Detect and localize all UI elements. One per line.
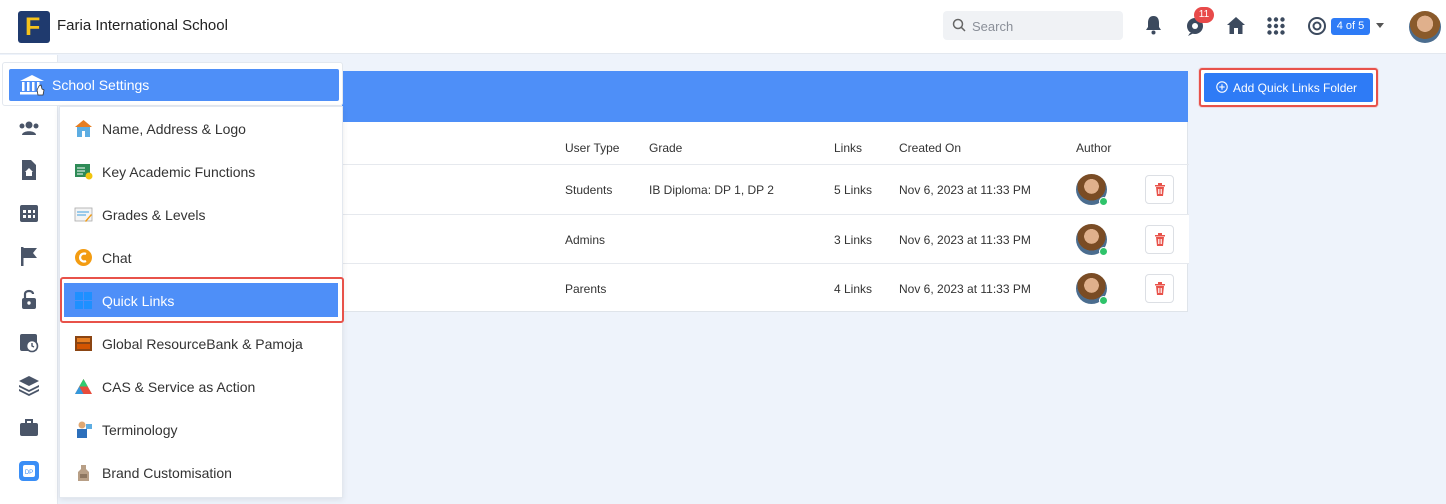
school-logo-icon[interactable]: F: [18, 11, 50, 43]
brand-icon: [78, 465, 89, 481]
cell-links: 4 Links: [834, 282, 873, 296]
menu-list: Name, Address & Logo Key Academic Functi…: [59, 106, 344, 498]
online-status-dot: [1099, 247, 1108, 256]
logo-letter: F: [25, 13, 41, 41]
menu-item-label: Global ResourceBank & Pamoja: [102, 336, 303, 352]
menu-item-cas-service[interactable]: CAS & Service as Action: [60, 365, 344, 407]
add-quick-links-folder-button[interactable]: Add Quick Links Folder: [1199, 68, 1378, 107]
menu-item-label: CAS & Service as Action: [102, 379, 256, 395]
add-folder-label: Add Quick Links Folder: [1233, 81, 1358, 95]
academic-functions-icon: [75, 164, 93, 180]
menu-item-label: Name, Address & Logo: [102, 121, 246, 137]
table-row[interactable]: Admins 3 Links Nov 6, 2023 at 11:33 PM: [343, 214, 1189, 263]
cell-user-type: Parents: [565, 282, 607, 296]
table-row[interactable]: Students IB Diploma: DP 1, DP 2 5 Links …: [343, 164, 1189, 213]
menu-header-label: School Settings: [52, 77, 150, 93]
menu-item-name-address-logo[interactable]: Name, Address & Logo: [60, 107, 344, 149]
cell-created-on: Nov 6, 2023 at 11:33 PM: [899, 282, 1031, 296]
resource-bank-icon: [75, 336, 92, 351]
school-name[interactable]: Faria International School: [57, 17, 228, 34]
home-icon[interactable]: [1227, 17, 1245, 34]
menu-item-label: Key Academic Functions: [102, 164, 256, 180]
cell-grade: IB Diploma: DP 1, DP 2: [649, 183, 774, 197]
menu-item-label: Brand Customisation: [102, 465, 232, 481]
trash-icon: [1155, 282, 1165, 295]
user-avatar[interactable]: [1409, 11, 1441, 43]
header-grade: Grade: [649, 141, 683, 155]
cell-created-on: Nov 6, 2023 at 11:33 PM: [899, 183, 1031, 197]
school-settings-menu: School Settings Name, Address & Logo Key…: [2, 62, 344, 498]
terminology-icon: [77, 421, 92, 438]
trash-icon: [1155, 183, 1165, 196]
quick-links-table: User Type Grade Links Created On Author …: [342, 122, 1189, 312]
header-author: Author: [1076, 141, 1112, 155]
chevron-down-icon[interactable]: [1376, 23, 1384, 28]
cell-user-type: Students: [565, 183, 613, 197]
trash-icon: [1155, 233, 1165, 246]
top-bar: F Faria International School Search 11 4…: [0, 0, 1446, 54]
menu-header: School Settings: [2, 62, 343, 106]
year-indicator[interactable]: 4 of 5: [1331, 18, 1370, 35]
table-row[interactable]: Parents 4 Links Nov 6, 2023 at 11:33 PM: [343, 263, 1189, 312]
add-folder-button-fill[interactable]: Add Quick Links Folder: [1204, 73, 1373, 102]
menu-item-brand-customisation[interactable]: Brand Customisation: [60, 451, 344, 493]
plus-circle-icon: [1216, 81, 1228, 93]
menu-item-grades-levels[interactable]: Grades & Levels: [60, 193, 344, 235]
bell-icon[interactable]: [1145, 15, 1162, 35]
menu-item-key-academic-functions[interactable]: Key Academic Functions: [60, 150, 344, 192]
search-icon: [952, 18, 966, 32]
grades-icon: [74, 207, 93, 222]
cas-icon: [75, 379, 92, 394]
school-settings-menu-header[interactable]: School Settings: [9, 69, 339, 101]
menu-item-global-resourcebank[interactable]: Global ResourceBank & Pamoja: [60, 322, 344, 364]
bank-building-icon: [20, 75, 45, 96]
menu-item-terminology[interactable]: Terminology: [60, 408, 344, 450]
school-house-icon: [75, 120, 92, 137]
delete-button[interactable]: [1145, 175, 1174, 204]
header-created-on: Created On: [899, 141, 962, 155]
menu-item-label: Grades & Levels: [102, 207, 206, 223]
delete-button[interactable]: [1145, 274, 1174, 303]
search-placeholder: Search: [972, 19, 1014, 34]
header-links: Links: [834, 141, 863, 155]
notification-badge: 11: [1194, 7, 1214, 23]
online-status-dot: [1099, 197, 1108, 206]
menu-item-quick-links[interactable]: Quick Links: [60, 277, 344, 323]
menu-item-label: Quick Links: [102, 293, 175, 309]
apps-grid-icon[interactable]: [1267, 17, 1285, 35]
cell-created-on: Nov 6, 2023 at 11:33 PM: [899, 233, 1031, 247]
cell-user-type: Admins: [565, 233, 606, 247]
online-status-dot: [1099, 296, 1108, 305]
chat-app-icon: [75, 249, 92, 266]
menu-item-label: Chat: [102, 250, 132, 266]
header-user-type: User Type: [565, 141, 620, 155]
menu-item-chat[interactable]: Chat: [60, 236, 344, 278]
cell-links: 3 Links: [834, 233, 873, 247]
lifebuoy-icon[interactable]: [1308, 17, 1326, 35]
cell-links: 5 Links: [834, 183, 873, 197]
search-input[interactable]: Search: [943, 11, 1123, 40]
page-header-band: [342, 71, 1188, 122]
menu-item-label: Terminology: [102, 422, 178, 438]
delete-button[interactable]: [1145, 225, 1174, 254]
quick-links-icon: [75, 292, 92, 309]
